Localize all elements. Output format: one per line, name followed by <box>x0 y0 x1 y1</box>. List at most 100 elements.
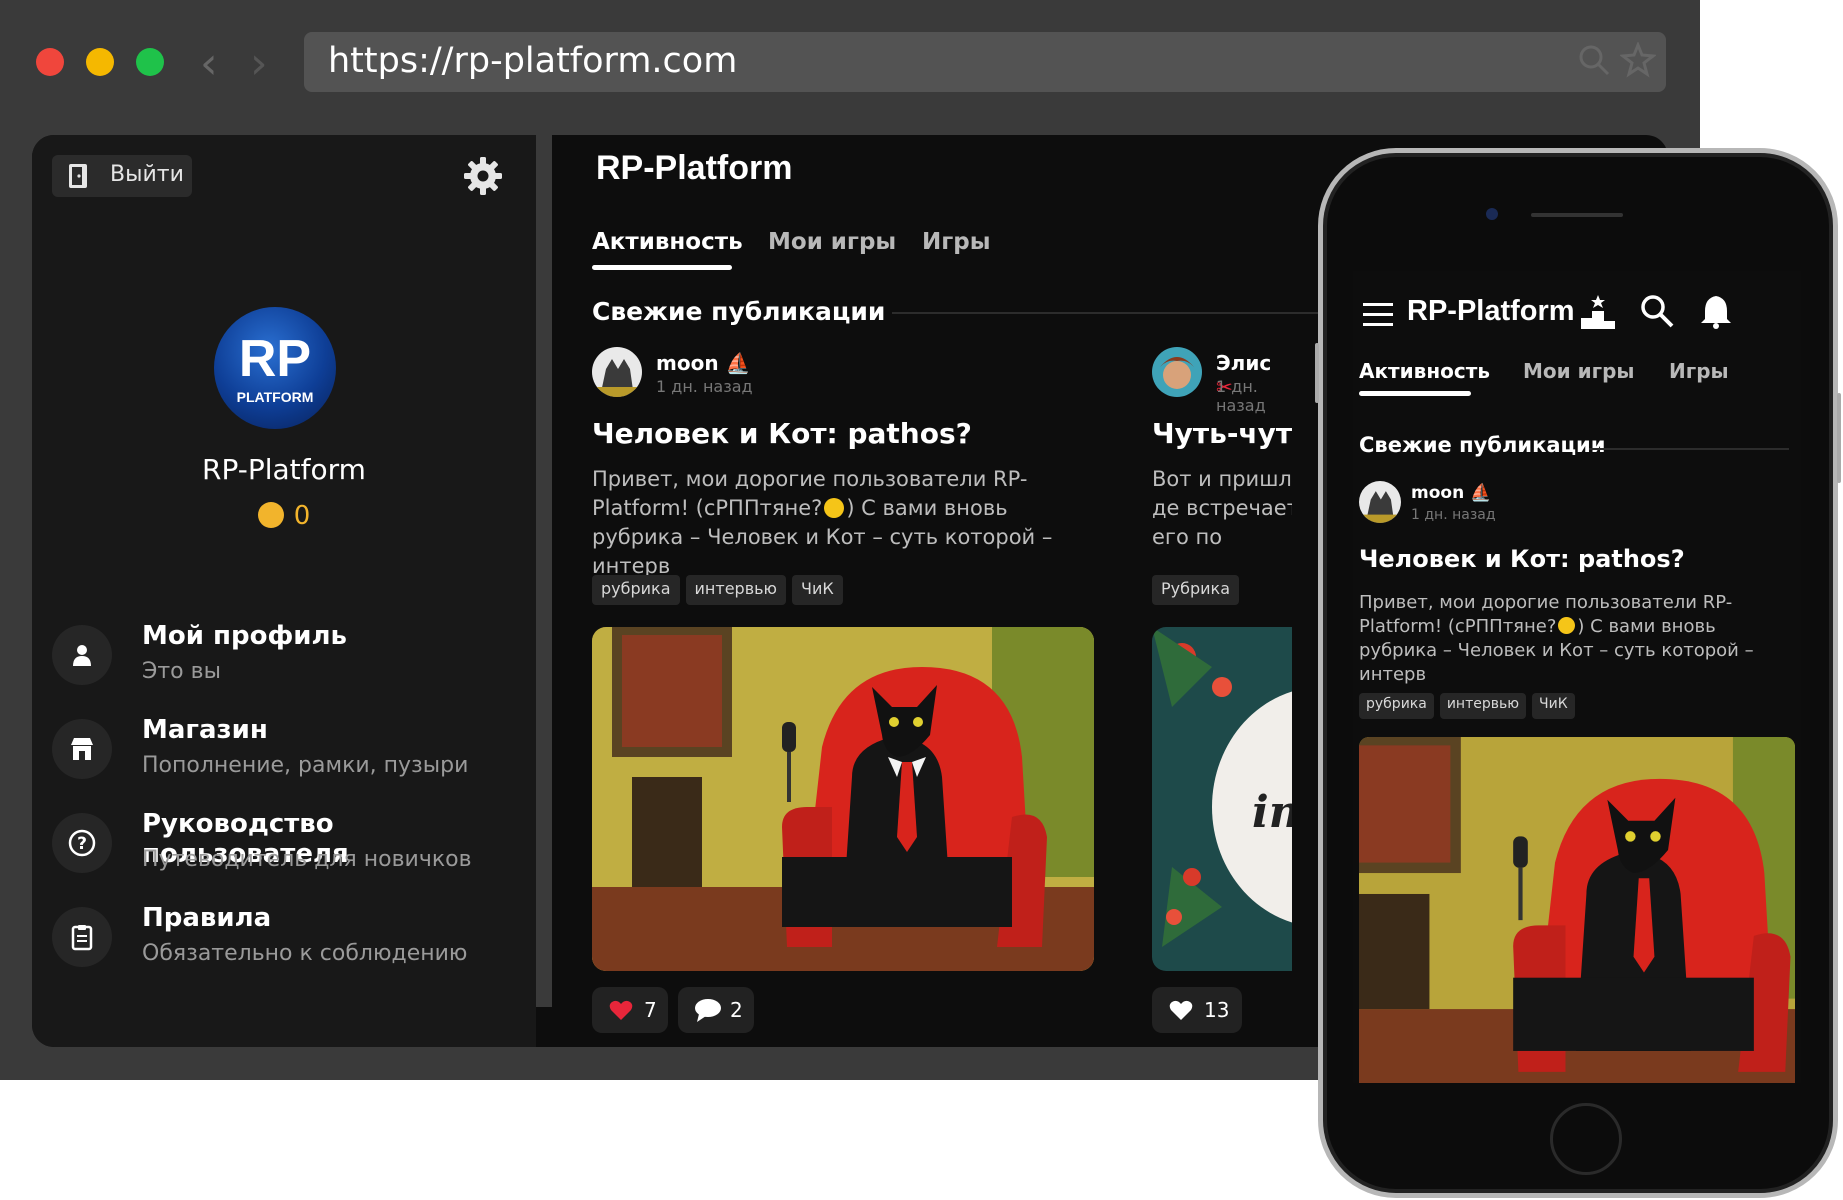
sidebar-item-guide[interactable]: ? Руководство пользователя Путеводитель … <box>42 803 522 883</box>
bell-icon[interactable] <box>1699 293 1733 329</box>
post-title[interactable]: Чуть-чуть С <box>1152 417 1292 450</box>
post-excerpt: Привет, мои дорогие пользователи RP-Plat… <box>592 465 1092 581</box>
avatar-logo-text: RP <box>238 330 312 388</box>
tab-my-games[interactable]: Мои игры <box>768 229 896 255</box>
post-image[interactable] <box>1359 737 1795 1083</box>
author-name-text: moon <box>1411 483 1465 503</box>
sidebar-item-rules[interactable]: Правила Обязательно к соблюдению <box>42 897 522 977</box>
author-avatar[interactable] <box>1359 481 1401 523</box>
sidebar-item-subtitle: Это вы <box>142 659 221 684</box>
leaderboard-icon[interactable] <box>1579 293 1617 331</box>
coin-amount: 0 <box>293 501 311 531</box>
author-avatar[interactable] <box>1152 347 1202 397</box>
tab-games[interactable]: Игры <box>1669 359 1729 383</box>
post-time: 1 дн. назад <box>1411 507 1496 523</box>
like-count: 13 <box>1204 998 1230 1022</box>
address-bar[interactable]: https://rp-platform.com <box>304 32 1666 92</box>
tag-chip[interactable]: ЧиК <box>1532 693 1575 719</box>
tag-chip[interactable]: интервью <box>1439 693 1527 719</box>
thinking-emoji-icon <box>1558 617 1576 634</box>
post-excerpt: Привет, мои дорогие пользователи RP-Plat… <box>1359 591 1759 687</box>
logout-button[interactable]: Выйти <box>52 155 192 197</box>
gear-icon[interactable] <box>462 155 504 197</box>
active-tab-indicator <box>1359 391 1471 396</box>
maximize-window-button[interactable] <box>136 48 164 76</box>
comment-button[interactable]: 2 <box>678 987 754 1033</box>
search-icon[interactable] <box>1639 293 1675 329</box>
author-name-text: Элис <box>1216 351 1272 375</box>
close-window-button[interactable] <box>36 48 64 76</box>
speaker-grille <box>1531 213 1623 217</box>
post-excerpt: Вот и пришло де встречает его по солнышк… <box>1152 467 1292 549</box>
profile-avatar[interactable]: RP PLATFORM <box>214 307 336 429</box>
like-button[interactable]: 13 <box>1152 987 1242 1033</box>
sidebar-item-title: Правила <box>142 903 272 933</box>
section-divider <box>1589 448 1789 450</box>
tag-chip[interactable]: рубрика <box>592 575 680 605</box>
phone-side-button <box>1315 343 1319 403</box>
hamburger-menu-icon[interactable] <box>1363 301 1393 329</box>
page-title: RP-Platform <box>596 149 793 187</box>
phone-side-button <box>1837 393 1841 483</box>
tab-activity[interactable]: Активность <box>592 229 743 255</box>
post-title[interactable]: Человек и Кот: pathos? <box>1359 545 1685 573</box>
forward-arrow-icon[interactable]: › <box>250 38 268 89</box>
post-card[interactable]: moon ⛵ 1 дн. назад Человек и Кот: pathos… <box>1359 481 1795 1083</box>
home-button[interactable] <box>1550 1103 1622 1175</box>
sidebar-item-shop[interactable]: Магазин Пополнение, рамки, пузыри <box>42 709 522 789</box>
active-tab-indicator <box>592 265 732 270</box>
url-text[interactable]: https://rp-platform.com <box>328 41 737 81</box>
author-avatar[interactable] <box>592 347 642 397</box>
back-arrow-icon[interactable]: ‹ <box>200 38 218 89</box>
like-button[interactable]: 7 <box>592 987 668 1033</box>
post-image[interactable] <box>592 627 1094 971</box>
star-icon[interactable] <box>1620 42 1656 78</box>
door-exit-icon <box>69 164 87 188</box>
search-icon[interactable] <box>1576 42 1612 78</box>
post-image[interactable]: im <box>1152 627 1292 971</box>
heart-icon <box>1169 1000 1193 1020</box>
profile-name: RP-Platform <box>202 453 366 486</box>
section-title: Свежие публикации <box>592 297 886 326</box>
sidebar: Выйти RP PLATFORM RP-Platform 0 Мой проф… <box>32 135 536 1047</box>
coin-balance: 0 <box>32 501 536 531</box>
phone-screen: RP-Platform Активность Мои игры Игры Све… <box>1353 271 1801 1083</box>
post-tags: рубрика интервью ЧиК <box>1359 693 1581 719</box>
post-tags: рубрика интервью ЧиК <box>592 575 849 605</box>
thinking-emoji-icon <box>824 498 845 518</box>
author-name[interactable]: moon ⛵ <box>1411 483 1491 503</box>
sidebar-item-title: Магазин <box>142 715 268 745</box>
tag-chip[interactable]: ЧиК <box>792 575 843 605</box>
post-time: 1 дн. назад <box>1216 377 1266 415</box>
section-title: Свежие публикации <box>1359 433 1606 457</box>
shop-icon <box>52 719 112 779</box>
phone-mockup: RP-Platform Активность Мои игры Игры Све… <box>1315 148 1841 1198</box>
front-camera <box>1486 208 1498 220</box>
post-time: 1 дн. назад <box>656 377 753 396</box>
heart-icon <box>609 1000 633 1020</box>
post-card[interactable]: Элис ✂ 1 дн. назад Чуть-чуть С Вот и при… <box>1152 347 1292 1047</box>
tab-games[interactable]: Игры <box>922 229 991 255</box>
logout-label: Выйти <box>110 162 184 187</box>
sidebar-item-profile[interactable]: Мой профиль Это вы <box>42 615 522 695</box>
tag-chip[interactable]: рубрика <box>1359 693 1434 719</box>
tab-my-games[interactable]: Мои игры <box>1523 359 1634 383</box>
post-title[interactable]: Человек и Кот: pathos? <box>592 417 972 450</box>
tag-chip[interactable]: Рубрика <box>1152 575 1240 605</box>
author-name[interactable]: moon ⛵ <box>656 351 750 375</box>
sidebar-item-subtitle: Обязательно к соблюдению <box>142 941 468 966</box>
tab-activity[interactable]: Активность <box>1359 359 1490 383</box>
sidebar-item-title: Мой профиль <box>142 621 347 651</box>
comment-icon <box>695 999 721 1022</box>
svg-text:im: im <box>1252 787 1292 838</box>
sidebar-item-subtitle: Путеводитель для новичков <box>142 847 472 872</box>
sailboat-badge-icon: ⛵ <box>1470 483 1492 503</box>
svg-text:?: ? <box>77 834 87 854</box>
rules-icon <box>52 907 112 967</box>
minimize-window-button[interactable] <box>86 48 114 76</box>
avatar-logo-subtext: PLATFORM <box>236 389 314 405</box>
tag-chip[interactable]: интервью <box>685 575 787 605</box>
sidebar-scrollbar[interactable] <box>536 135 552 1007</box>
phone-app-title: RP-Platform <box>1407 295 1575 327</box>
help-icon: ? <box>52 813 112 873</box>
